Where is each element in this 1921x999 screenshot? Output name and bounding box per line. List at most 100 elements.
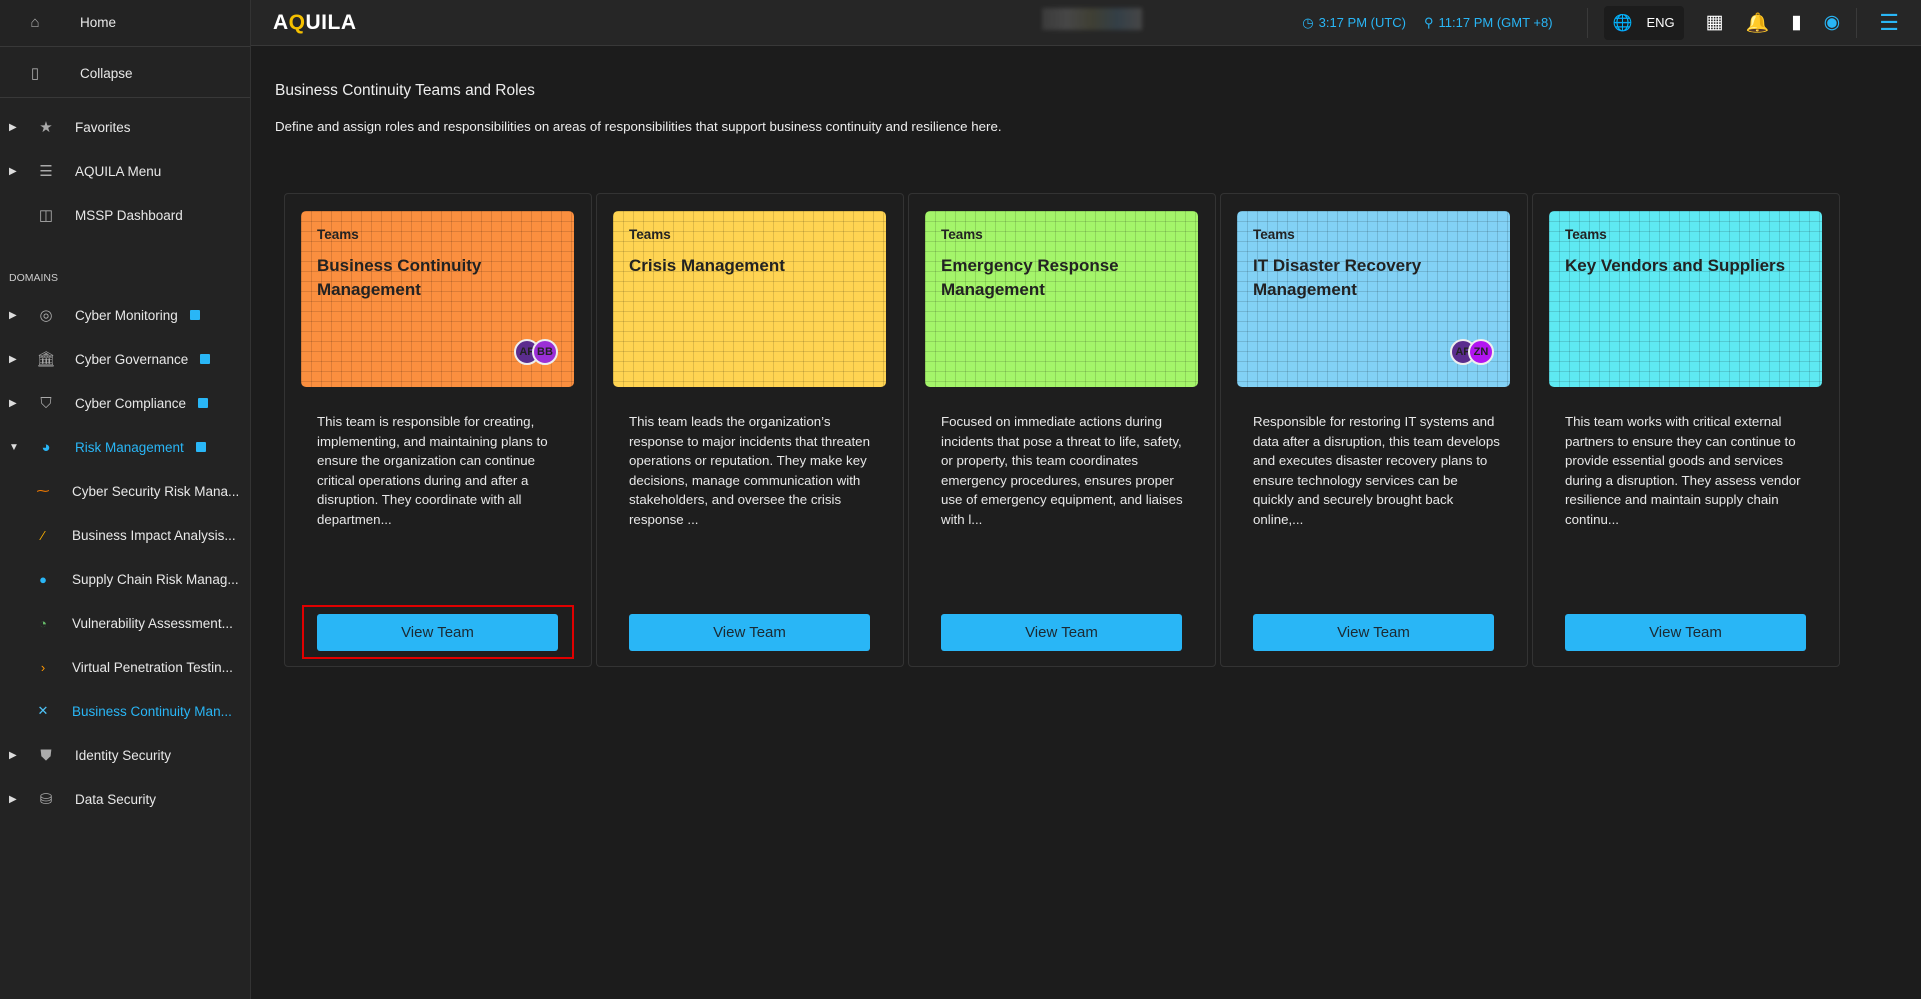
sidebar-item-cyber-governance[interactable]: ▶ 🏛 Cyber Governance — [0, 337, 250, 381]
team-card-header: Teams Crisis Management — [613, 211, 886, 387]
team-description: This team leads the organization’s respo… — [629, 414, 870, 527]
external-link-icon[interactable] — [200, 354, 211, 364]
caret-right-icon: ▶ — [9, 121, 17, 133]
page-title: Business Continuity Teams and Roles — [275, 82, 535, 99]
caret-down-icon: ▼ — [9, 441, 19, 453]
radar-icon: ◎ — [39, 307, 53, 324]
team-label: Teams — [1565, 227, 1607, 242]
sidebar-item-identity-security[interactable]: ▶ ⛊ Identity Security — [0, 733, 250, 777]
view-team-button[interactable]: View Team — [1565, 614, 1806, 651]
page-description: Define and assign roles and responsibili… — [275, 119, 1002, 134]
team-card: Teams Emergency Response Management Focu… — [908, 193, 1216, 667]
building-icon[interactable]: ▦ — [1706, 11, 1724, 34]
bank-icon: 🏛 — [36, 351, 56, 368]
sidebar-collapse[interactable]: ▯ Collapse — [0, 51, 250, 95]
sidebar-item-cyber-monitoring[interactable]: ▶ ◎ Cyber Monitoring — [0, 293, 250, 337]
clock-icon: ◷ — [1302, 14, 1314, 30]
identity-shield-icon: ⛊ — [40, 746, 52, 764]
team-label: Teams — [1253, 227, 1295, 242]
location-pin-icon: ⚲ — [1424, 14, 1434, 30]
team-title: Emergency Response Management — [941, 256, 1119, 299]
view-team-button[interactable]: View Team — [941, 614, 1182, 651]
team-description: Focused on immediate actions during inci… — [941, 414, 1183, 527]
supply-chain-icon: ● — [39, 571, 47, 587]
team-card: Teams Key Vendors and Suppliers This tea… — [1532, 193, 1840, 667]
impact-analysis-icon: ⁄ — [41, 527, 45, 543]
hamburger-menu-icon[interactable]: ☰ — [1879, 10, 1899, 36]
team-card-header: Teams Key Vendors and Suppliers — [1549, 211, 1822, 387]
divider — [0, 46, 250, 47]
book-icon[interactable]: ▮ — [1791, 11, 1801, 34]
sidebar-subitem[interactable]: ● Supply Chain Risk Manag... — [0, 557, 250, 601]
team-label: Teams — [629, 227, 671, 242]
divider — [0, 97, 250, 98]
sidebar-subitem-active[interactable]: ✕ Business Continuity Man... — [0, 689, 250, 733]
team-card-header: Teams IT Disaster Recovery Management AP… — [1237, 211, 1510, 387]
sidebar-subitem[interactable]: › Virtual Penetration Testin... — [0, 645, 250, 689]
penetration-testing-icon: › — [40, 659, 46, 675]
sidebar-item-data-security[interactable]: ▶ ⛁ Data Security — [0, 777, 250, 821]
team-title: Key Vendors and Suppliers — [1565, 256, 1786, 275]
team-card: Teams Crisis Management This team leads … — [596, 193, 904, 667]
team-card: Teams Business Continuity Management AP B… — [284, 193, 592, 667]
caret-right-icon: ▶ — [9, 749, 17, 761]
sidebar-item-aquila-menu[interactable]: ▶ ☰ AQUILA Menu — [0, 149, 250, 193]
bell-icon[interactable]: 🔔 — [1746, 11, 1770, 35]
sidebar-item-favorites[interactable]: ▶ ★ Favorites — [0, 105, 250, 149]
team-label: Teams — [317, 227, 359, 242]
avatar[interactable]: ZN — [1468, 339, 1494, 365]
sidebar-home[interactable]: ⌂ Home — [0, 0, 250, 44]
external-link-icon[interactable] — [189, 310, 200, 320]
member-avatars: AP BB — [514, 339, 558, 365]
main-content: Business Continuity Teams and Roles Defi… — [251, 46, 1921, 999]
top-header: AQUILA ◷ 3:17 PM (UTC) ⚲ 11:17 PM (GMT +8)… — [251, 0, 1921, 46]
local-time: ⚲ 11:17 PM (GMT +8) — [1424, 14, 1553, 31]
language-selector[interactable]: 🌐 ENG — [1603, 5, 1684, 40]
avatar[interactable]: BB — [532, 339, 558, 365]
vulnerability-icon: ◔ — [39, 615, 47, 631]
sidebar-item-mssp-dashboard[interactable]: ◫ MSSP Dashboard — [0, 193, 250, 237]
globe-icon: 🌐 — [1612, 14, 1633, 32]
risk-chart-icon: ⁓ — [36, 483, 50, 498]
shield-icon: ⛉ — [40, 394, 52, 412]
menu-icon: ☰ — [39, 163, 53, 180]
external-link-icon[interactable] — [195, 442, 206, 452]
utc-time: ◷ 3:17 PM (UTC) — [1302, 14, 1407, 31]
team-description: Responsible for restoring IT systems and… — [1253, 414, 1500, 527]
view-team-button[interactable]: View Team — [629, 614, 870, 651]
star-icon: ★ — [39, 119, 53, 136]
sidebar-item-risk-management[interactable]: ▼ ◕ Risk Management — [0, 425, 250, 469]
team-card-header: Teams Business Continuity Management AP B… — [301, 211, 574, 387]
sidebar-subitem[interactable]: ◔ Vulnerability Assessment... — [0, 601, 250, 645]
team-title: IT Disaster Recovery Management — [1253, 256, 1422, 299]
dashboard-icon: ◫ — [38, 207, 54, 224]
database-icon: ⛁ — [39, 791, 53, 808]
home-icon: ⌂ — [30, 13, 40, 31]
domains-label: DOMAINS — [9, 272, 59, 284]
business-continuity-icon: ✕ — [37, 703, 49, 718]
team-card: Teams IT Disaster Recovery Management AP… — [1220, 193, 1528, 667]
member-avatars: AP ZN — [1450, 339, 1494, 365]
team-label: Teams — [941, 227, 983, 242]
sidebar-subitem[interactable]: ⁓ Cyber Security Risk Mana... — [0, 469, 250, 513]
caret-right-icon: ▶ — [9, 353, 17, 365]
aquila-logo[interactable]: AQUILA — [273, 11, 357, 35]
sidebar: ⌂ Home ▯ Collapse ▶ ★ Favorites ▶ ☰ AQUILA Men… — [0, 0, 251, 999]
caret-right-icon: ▶ — [9, 165, 17, 177]
caret-right-icon: ▶ — [9, 793, 17, 805]
team-description: This team works with critical external p… — [1565, 414, 1801, 527]
team-title: Business Continuity Management — [317, 256, 482, 299]
support-lifebuoy-icon[interactable]: ◉ — [1824, 11, 1841, 34]
caret-right-icon: ▶ — [9, 309, 17, 321]
sidebar-panel-icon: ▯ — [30, 65, 40, 82]
view-team-button[interactable]: View Team — [317, 614, 558, 651]
view-team-button[interactable]: View Team — [1253, 614, 1494, 651]
blurred-region — [1042, 8, 1142, 30]
external-link-icon[interactable] — [198, 398, 209, 408]
team-title: Crisis Management — [629, 256, 785, 275]
caret-right-icon: ▶ — [9, 397, 17, 409]
team-card-header: Teams Emergency Response Management — [925, 211, 1198, 387]
gauge-icon: ◕ — [41, 438, 51, 456]
sidebar-subitem[interactable]: ⁄ Business Impact Analysis... — [0, 513, 250, 557]
sidebar-item-cyber-compliance[interactable]: ▶ ⛉ Cyber Compliance — [0, 381, 250, 425]
